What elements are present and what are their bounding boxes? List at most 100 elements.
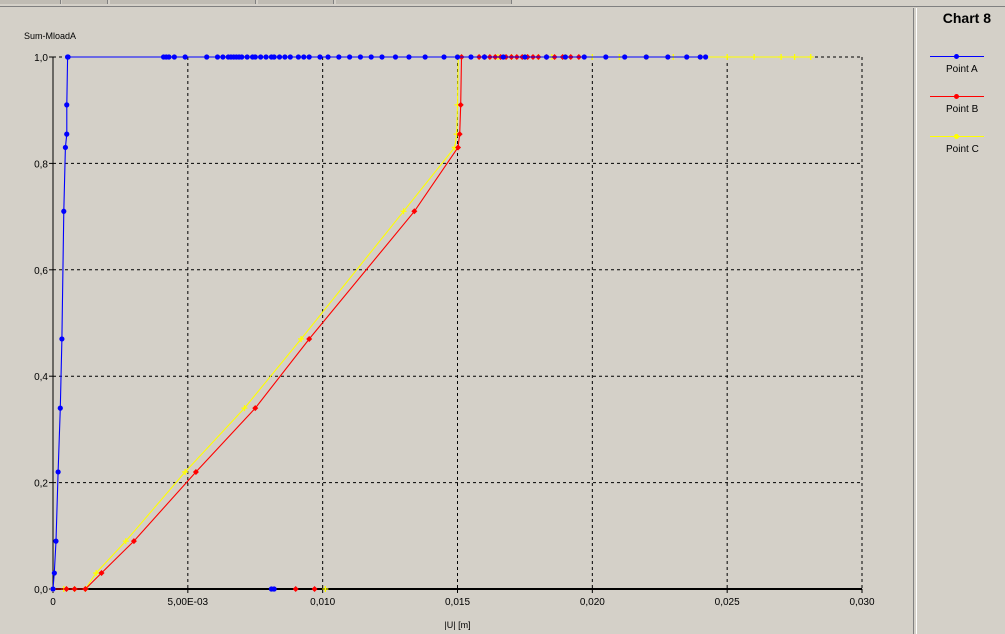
data-point	[454, 54, 461, 60]
data-point	[357, 54, 364, 60]
tab-stub[interactable]	[258, 0, 334, 4]
data-point	[724, 54, 731, 60]
data-point	[306, 54, 312, 60]
data-point	[702, 54, 709, 60]
series-line	[53, 56, 811, 590]
data-point	[441, 54, 447, 60]
chart-window: 0 5,00E-03 0,010 0,015 0,020 0,025 0,030 0,0 0,2…	[0, 0, 1005, 634]
legend-item[interactable]: Point B	[926, 92, 986, 122]
legend-marker-swatch	[954, 94, 959, 99]
y-tick-label: 0,8	[34, 159, 48, 170]
y-tick-label: 0,4	[34, 372, 48, 383]
data-point	[665, 54, 671, 60]
y-tick-label: 0,2	[34, 479, 48, 490]
series-line	[53, 56, 579, 590]
data-point	[500, 54, 506, 60]
data-point	[182, 54, 188, 60]
data-point	[204, 54, 210, 60]
data-point	[61, 208, 67, 214]
x-tick-label: 0,015	[445, 597, 470, 608]
data-point	[59, 336, 65, 342]
data-point	[51, 570, 57, 576]
tab-stub[interactable]	[62, 0, 108, 4]
data-point	[562, 54, 568, 60]
data-point	[622, 54, 628, 60]
data-point	[214, 54, 221, 60]
data-point	[336, 54, 342, 60]
data-point	[522, 54, 528, 60]
data-point	[295, 54, 301, 60]
data-point	[684, 54, 690, 60]
data-point	[603, 54, 609, 60]
legend-item[interactable]: Point C	[926, 132, 986, 162]
data-point	[643, 54, 649, 60]
plot-area[interactable]: 0 5,00E-03 0,010 0,015 0,020 0,025 0,030 0,0 0,2…	[0, 8, 912, 634]
data-point	[292, 586, 299, 592]
x-tick-label: 0,010	[310, 597, 335, 608]
data-point	[317, 54, 323, 60]
data-point	[55, 469, 61, 475]
x-axis-title: |U| [m]	[444, 620, 470, 630]
data-point	[751, 54, 758, 60]
x-tick-label: 0	[50, 597, 56, 608]
data-point	[53, 538, 59, 544]
data-point	[64, 102, 70, 108]
chart-svg[interactable]: 0 5,00E-03 0,010 0,015 0,020 0,025 0,030 0,0 0,2…	[0, 8, 912, 634]
data-point	[392, 54, 399, 60]
data-point	[778, 54, 785, 60]
data-point	[244, 54, 250, 60]
data-point	[791, 54, 798, 60]
legend-marker-swatch	[954, 134, 959, 139]
data-point	[368, 54, 374, 60]
chart-title: Chart 8	[942, 10, 991, 26]
x-tick-label: 5,00E-03	[168, 597, 209, 608]
data-point	[57, 405, 63, 411]
legend-label: Point A	[946, 64, 978, 75]
data-point	[311, 586, 318, 592]
data-point	[239, 54, 245, 60]
data-point	[301, 54, 307, 60]
data-point	[322, 586, 329, 592]
data-point	[697, 54, 703, 60]
data-point	[287, 54, 293, 60]
data-point	[64, 131, 70, 137]
series-line	[52, 56, 706, 590]
legend-label: Point C	[946, 144, 979, 155]
y-axis-title: Sum-MloadA	[24, 31, 76, 41]
data-point	[807, 54, 814, 60]
data-point	[71, 586, 78, 592]
data-point	[271, 54, 277, 60]
data-point	[581, 54, 587, 60]
legend-label: Point B	[946, 104, 979, 115]
y-tick-label: 1,0	[34, 53, 48, 64]
data-point	[62, 144, 69, 151]
data-point	[325, 54, 331, 60]
data-point	[422, 54, 428, 60]
data-point	[252, 54, 258, 60]
data-point	[65, 54, 71, 60]
data-point	[406, 54, 412, 60]
data-point	[543, 54, 550, 60]
top-tab-strip	[0, 0, 1005, 7]
data-point	[271, 586, 277, 592]
data-point	[468, 54, 474, 60]
legend-panel: Chart 8 Point A Point B Point C	[916, 8, 1005, 634]
tab-stub[interactable]	[336, 0, 512, 4]
data-point	[263, 54, 269, 60]
x-tick-label: 0,025	[715, 597, 740, 608]
data-point	[347, 54, 353, 60]
data-point	[282, 54, 288, 60]
data-point	[276, 54, 283, 60]
data-point	[166, 54, 172, 60]
x-tick-label: 0,020	[580, 597, 605, 608]
data-point	[171, 54, 177, 60]
tab-stub[interactable]	[0, 0, 61, 4]
data-point	[379, 54, 385, 60]
tab-stub[interactable]	[110, 0, 256, 4]
legend-item[interactable]: Point A	[926, 52, 986, 82]
data-point	[481, 54, 488, 60]
x-tick-label: 0,030	[849, 597, 874, 608]
data-point	[220, 54, 226, 60]
y-tick-label: 0,6	[34, 266, 48, 277]
data-point	[258, 54, 264, 60]
